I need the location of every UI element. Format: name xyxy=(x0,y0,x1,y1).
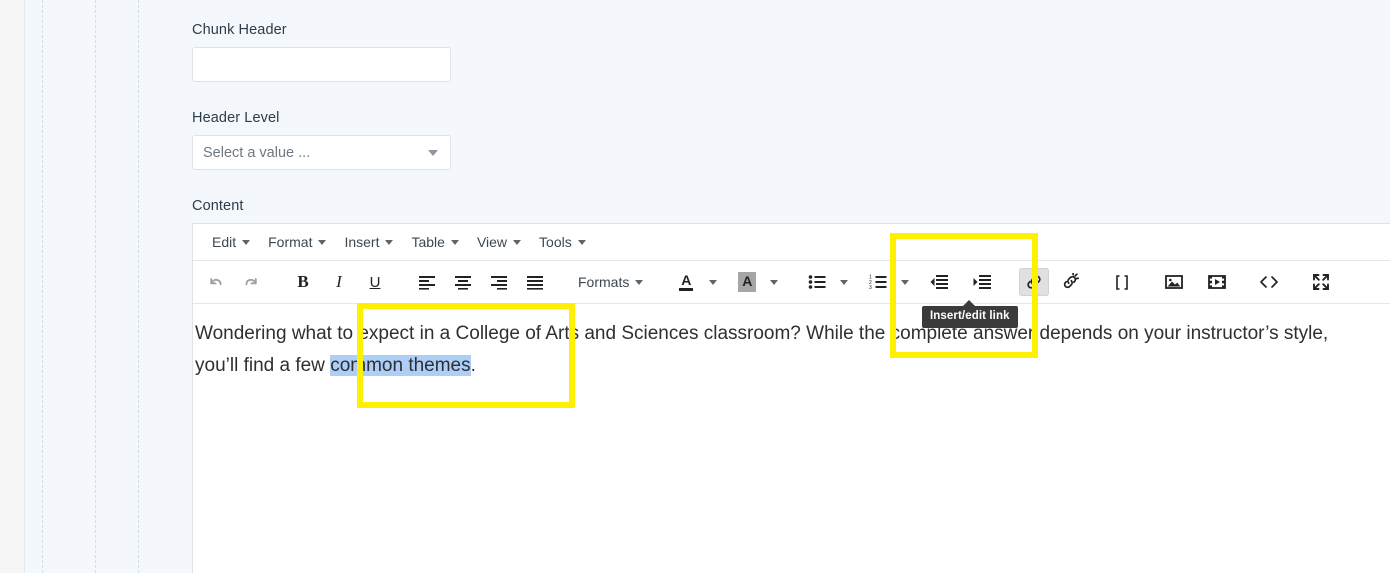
outdent-button[interactable] xyxy=(924,268,954,296)
editor-content-area[interactable]: Wondering what to expect in a College of… xyxy=(193,304,1390,382)
bullet-list-icon xyxy=(808,274,826,290)
formats-label: Formats xyxy=(578,274,630,290)
chevron-down-icon xyxy=(840,279,849,285)
menu-insert[interactable]: Insert xyxy=(335,231,402,253)
chevron-down-icon xyxy=(428,149,438,156)
anchor-icon xyxy=(1114,274,1130,291)
align-left-icon xyxy=(418,274,436,290)
chevron-down-icon xyxy=(709,279,718,285)
chunk-header-input[interactable] xyxy=(192,47,451,82)
bold-icon: B xyxy=(297,272,309,291)
chevron-down-icon xyxy=(770,279,779,285)
menu-tools[interactable]: Tools xyxy=(530,231,595,253)
numbered-list-button[interactable]: 1 2 3 xyxy=(863,268,893,296)
chevron-down-icon xyxy=(318,239,327,245)
insert-edit-link-button[interactable] xyxy=(1019,268,1050,296)
header-level-select[interactable]: Select a value ... xyxy=(192,135,451,170)
align-center-icon xyxy=(454,274,472,290)
menu-edit[interactable]: Edit xyxy=(203,231,259,253)
fullscreen-icon xyxy=(1312,273,1330,291)
menu-format[interactable]: Format xyxy=(259,231,335,253)
formats-dropdown[interactable]: Formats xyxy=(572,271,649,293)
background-color-icon: A xyxy=(738,272,757,292)
tooltip-arrow-icon xyxy=(963,300,975,306)
underline-icon: U xyxy=(369,273,381,291)
numbered-list-dropdown[interactable] xyxy=(896,268,914,296)
background-color-dropdown[interactable] xyxy=(765,268,783,296)
indent-icon xyxy=(973,274,992,290)
rich-text-editor: Edit Format Insert Table View Tools B I … xyxy=(192,223,1390,573)
paragraph-text-after: . xyxy=(470,355,476,376)
chevron-down-icon xyxy=(635,279,644,285)
menu-format-label: Format xyxy=(268,234,313,250)
text-color-icon: A xyxy=(679,273,694,291)
header-level-label: Header Level xyxy=(192,110,280,126)
page-root: Chunk Header Header Level Select a value… xyxy=(0,0,1390,573)
media-icon xyxy=(1208,274,1227,290)
gutter-dashed-rule-1 xyxy=(42,0,43,573)
source-code-icon xyxy=(1259,275,1279,289)
bullet-list-button[interactable] xyxy=(802,268,832,296)
italic-icon: I xyxy=(336,272,342,291)
image-icon xyxy=(1165,274,1184,290)
content-label: Content xyxy=(192,198,244,214)
align-justify-button[interactable] xyxy=(520,268,550,296)
chunk-header-label: Chunk Header xyxy=(192,22,287,38)
menu-table-label: Table xyxy=(411,234,445,250)
header-level-selected-value: Select a value ... xyxy=(203,144,311,161)
chevron-down-icon xyxy=(242,239,251,245)
align-right-icon xyxy=(490,274,508,290)
unlink-icon xyxy=(1061,273,1080,291)
link-icon xyxy=(1025,273,1043,291)
gutter-dashed-rule-3 xyxy=(138,0,139,573)
menu-view[interactable]: View xyxy=(468,231,530,253)
align-center-button[interactable] xyxy=(448,268,478,296)
menu-edit-label: Edit xyxy=(212,234,237,250)
menu-insert-label: Insert xyxy=(344,234,380,250)
indent-button[interactable] xyxy=(967,268,997,296)
redo-button[interactable] xyxy=(236,268,266,296)
fullscreen-button[interactable] xyxy=(1306,268,1336,296)
undo-icon xyxy=(207,274,224,291)
unlink-button[interactable] xyxy=(1055,268,1085,296)
insert-image-button[interactable] xyxy=(1159,268,1189,296)
align-right-button[interactable] xyxy=(484,268,514,296)
selected-text: common themes xyxy=(330,355,471,376)
bullet-list-dropdown[interactable] xyxy=(835,268,853,296)
svg-text:3: 3 xyxy=(869,285,872,290)
source-code-button[interactable] xyxy=(1254,268,1284,296)
bold-button[interactable]: B xyxy=(288,268,318,296)
chevron-down-icon xyxy=(513,239,522,245)
editor-toolbar: B I U Formats A A 1 2 3 xyxy=(193,261,1390,304)
align-left-button[interactable] xyxy=(412,268,442,296)
text-color-dropdown[interactable] xyxy=(704,268,722,296)
chevron-down-icon xyxy=(577,239,586,245)
background-color-button[interactable]: A xyxy=(732,268,762,296)
gutter-rule-1 xyxy=(24,0,25,573)
chevron-down-icon xyxy=(450,239,459,245)
chevron-down-icon xyxy=(901,279,910,285)
tooltip-label: Insert/edit link xyxy=(930,310,1010,322)
anchor-button[interactable] xyxy=(1107,268,1137,296)
menu-view-label: View xyxy=(476,234,508,250)
menu-tools-label: Tools xyxy=(539,234,572,250)
content-paragraph[interactable]: Wondering what to expect in a College of… xyxy=(193,318,1386,382)
chevron-down-icon xyxy=(385,239,394,245)
align-justify-icon xyxy=(526,274,544,290)
link-button-tooltip: Insert/edit link xyxy=(922,300,1018,328)
text-color-button[interactable]: A xyxy=(671,268,701,296)
insert-media-button[interactable] xyxy=(1202,268,1232,296)
outdent-icon xyxy=(930,274,949,290)
underline-button[interactable]: U xyxy=(360,268,390,296)
left-gutter xyxy=(0,0,24,573)
editor-menubar: Edit Format Insert Table View Tools xyxy=(193,224,1390,261)
menu-table[interactable]: Table xyxy=(402,231,467,253)
numbered-list-icon: 1 2 3 xyxy=(869,274,887,290)
redo-icon xyxy=(243,274,260,291)
undo-button[interactable] xyxy=(200,268,230,296)
italic-button[interactable]: I xyxy=(324,268,354,296)
gutter-dashed-rule-2 xyxy=(95,0,96,573)
